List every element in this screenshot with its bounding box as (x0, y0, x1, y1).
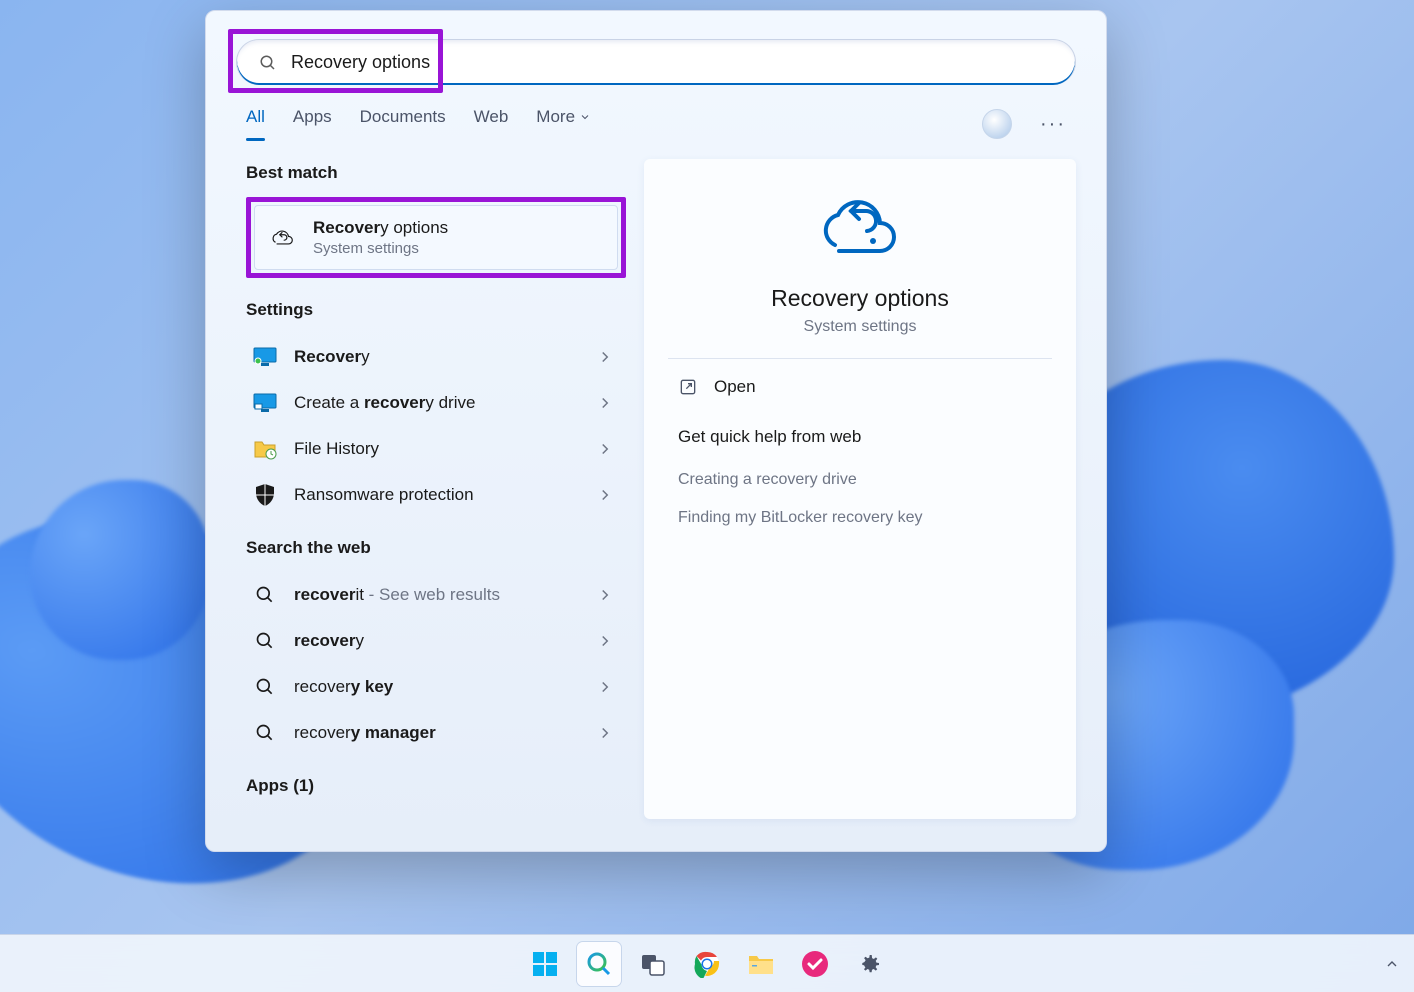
recovery-icon (269, 225, 295, 251)
filter-tab-documents[interactable]: Documents (360, 107, 446, 141)
filter-tab-all[interactable]: All (246, 107, 265, 141)
search-icon (252, 674, 278, 700)
chevron-down-icon (579, 111, 591, 123)
result-label: File History (294, 439, 580, 459)
taskbar-search-button[interactable] (577, 942, 621, 986)
open-button[interactable]: Open (644, 359, 1076, 415)
taskbar-app-button[interactable] (793, 942, 837, 986)
result-title: Recovery options (313, 218, 603, 238)
result-web-recovery[interactable]: recovery (246, 618, 626, 664)
chevron-right-icon (596, 394, 614, 412)
results-list: Best match Recovery options System setti… (246, 159, 626, 819)
result-label: recovery manager (294, 723, 580, 743)
result-label: recovery (294, 631, 580, 651)
result-settings-create-recovery-drive[interactable]: Create a recovery drive (246, 380, 626, 426)
result-label: Create a recovery drive (294, 393, 580, 413)
filter-tabs: All Apps Documents Web More ··· (246, 107, 1066, 141)
open-label: Open (714, 377, 756, 397)
chevron-right-icon (596, 348, 614, 366)
detail-icon (644, 187, 1076, 265)
chevron-right-icon (596, 724, 614, 742)
result-settings-recovery[interactable]: Recovery (246, 334, 626, 380)
filter-tab-web[interactable]: Web (474, 107, 509, 141)
chevron-right-icon (596, 632, 614, 650)
result-settings-ransomware[interactable]: Ransomware protection (246, 472, 626, 518)
folder-clock-icon (252, 436, 278, 462)
result-subtitle: System settings (313, 240, 603, 257)
result-label: recoverit - See web results (294, 585, 580, 605)
search-panel: All Apps Documents Web More ··· Best mat… (205, 10, 1107, 852)
detail-title: Recovery options (644, 285, 1076, 312)
detail-pane: Recovery options System settings Open Ge… (644, 159, 1076, 819)
chevron-right-icon (596, 440, 614, 458)
section-heading-bestmatch: Best match (246, 163, 626, 183)
annotation-highlight-bestmatch: Recovery options System settings (246, 197, 626, 278)
monitor-tool-icon (252, 390, 278, 416)
section-heading-folders: Folders (1+) (246, 816, 626, 819)
shield-icon (252, 482, 278, 508)
filter-tab-apps[interactable]: Apps (293, 107, 332, 141)
chevron-right-icon (596, 486, 614, 504)
section-heading-web: Search the web (246, 538, 626, 558)
search-icon (252, 582, 278, 608)
taskbar-explorer-button[interactable] (739, 942, 783, 986)
taskbar (0, 934, 1414, 992)
result-web-recoverit[interactable]: recoverit - See web results (246, 572, 626, 618)
taskbar-start-button[interactable] (523, 942, 567, 986)
wallpaper-shape (30, 480, 210, 660)
search-icon (252, 628, 278, 654)
chevron-right-icon (596, 678, 614, 696)
chevron-right-icon (596, 586, 614, 604)
search-bar[interactable] (236, 39, 1076, 85)
taskbar-taskview-button[interactable] (631, 942, 675, 986)
web-help-link[interactable]: Creating a recovery drive (644, 461, 1076, 499)
search-input[interactable] (291, 52, 1053, 73)
web-help-heading: Get quick help from web (644, 415, 1076, 461)
more-options-button[interactable]: ··· (1040, 113, 1066, 136)
search-icon (259, 54, 277, 72)
detail-subtitle: System settings (644, 318, 1076, 336)
web-help-link[interactable]: Finding my BitLocker recovery key (644, 499, 1076, 537)
taskbar-settings-button[interactable] (847, 942, 891, 986)
result-label: recovery key (294, 677, 580, 697)
user-avatar[interactable] (982, 109, 1012, 139)
result-web-recovery-manager[interactable]: recovery manager (246, 710, 626, 756)
section-heading-apps: Apps (1) (246, 776, 626, 796)
filter-tab-more[interactable]: More (536, 107, 591, 141)
result-bestmatch[interactable]: Recovery options System settings (254, 205, 618, 270)
open-icon (678, 377, 698, 397)
result-label: Recovery (294, 347, 580, 367)
result-settings-file-history[interactable]: File History (246, 426, 626, 472)
search-icon (252, 720, 278, 746)
result-label: Ransomware protection (294, 485, 580, 505)
taskbar-chrome-button[interactable] (685, 942, 729, 986)
system-tray[interactable] (1384, 956, 1400, 972)
monitor-icon (252, 344, 278, 370)
result-web-recovery-key[interactable]: recovery key (246, 664, 626, 710)
chevron-up-icon[interactable] (1384, 956, 1400, 972)
section-heading-settings: Settings (246, 300, 626, 320)
